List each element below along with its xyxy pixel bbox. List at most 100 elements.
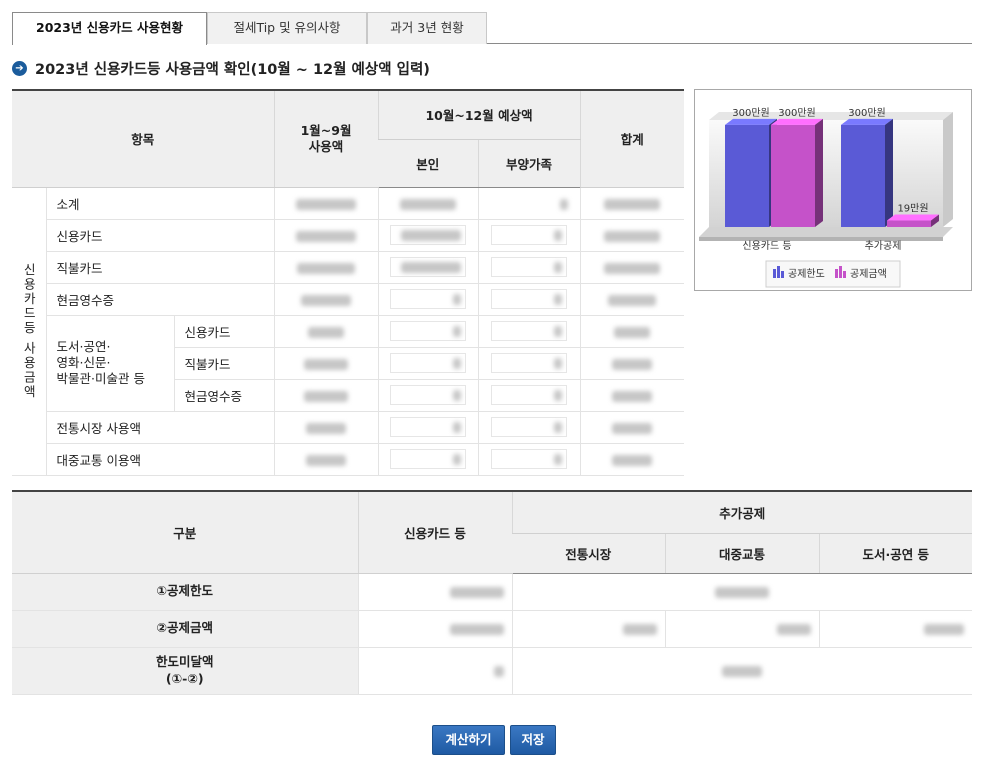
self-culture-cash-input[interactable] (390, 385, 467, 405)
header-credit-etc: 신용카드 등 (357, 491, 512, 574)
dependent-transit-input[interactable] (491, 449, 568, 469)
row-label-subtotal: 소계 (45, 187, 275, 220)
row-label-amount: ②공제금액 (12, 610, 358, 648)
dependent-culture-debit-input[interactable] (491, 353, 568, 373)
header-category: 구분 (12, 491, 358, 574)
header-item: 항목 (12, 90, 275, 188)
bar-data-label: 300만원 (778, 107, 816, 119)
header-transit: 대중교통 (664, 533, 819, 574)
dependent-cash-input[interactable] (491, 289, 568, 309)
blurred-value (449, 624, 504, 635)
bar-front (887, 220, 931, 227)
row-label-limit: ①공제한도 (12, 573, 358, 611)
header-oct-dec: 10월~12월 예상액 (377, 90, 581, 140)
blurred-value (604, 230, 661, 242)
header-self: 본인 (378, 139, 479, 188)
row-label-debit-card: 직불카드 (45, 251, 275, 284)
deduction-table: 구분 신용카드 등 추가공제 전통시장 대중교통 도서·공연 등 ①공제한도 ②… (12, 490, 973, 695)
blurred-value (604, 198, 661, 210)
bar-side (815, 118, 823, 227)
bar-top (725, 118, 777, 125)
chart-svg: 300만원 300만원 300만원 19만원 신용카드 등 추가공제 공제한도 공제금… (699, 107, 953, 288)
blurred-value (308, 326, 345, 338)
row-label-culture-cash: 현금영수증 (173, 379, 275, 412)
arrow-right-icon: ➔ (12, 60, 27, 76)
header-jan-sep: 1월~9월 사용액 (273, 90, 379, 188)
blurred-value (296, 198, 357, 210)
blurred-value (306, 454, 347, 466)
self-credit-input[interactable] (390, 225, 467, 245)
section-title-text: 2023년 신용카드등 사용금액 확인(10월 ~ 12월 예상액 입력) (35, 61, 430, 78)
calculate-button[interactable]: 계산하기 (432, 725, 505, 755)
blurred-value (559, 198, 568, 210)
header-dependent: 부양가족 (477, 139, 581, 188)
legend-label-amount: 공제금액 (850, 268, 887, 280)
group-label: 신용카드등 사용금액 (12, 187, 46, 476)
blurred-value (297, 262, 356, 274)
self-transit-input[interactable] (390, 449, 467, 469)
section-title: ➔ 2023년 신용카드등 사용금액 확인(10월 ~ 12월 예상액 입력) (12, 58, 430, 78)
chart-floor-edge (699, 237, 943, 241)
bar-top (887, 214, 939, 221)
category-label-credit: 신용카드 등 (742, 240, 791, 252)
dependent-credit-input[interactable] (491, 225, 568, 245)
blurred-value (612, 390, 653, 402)
blurred-value (304, 390, 349, 402)
bar-side (885, 118, 893, 227)
blurred-value (449, 587, 504, 598)
self-debit-input[interactable] (390, 257, 467, 277)
blurred-value (604, 262, 661, 274)
blurred-value (622, 624, 657, 635)
blurred-value (493, 666, 504, 677)
self-culture-debit-input[interactable] (390, 353, 467, 373)
category-label-additional: 추가공제 (865, 240, 902, 252)
self-culture-credit-input[interactable] (390, 321, 467, 341)
deduction-chart: 300만원 300만원 300만원 19만원 신용카드 등 추가공제 공제한도 공제금… (694, 89, 972, 291)
blurred-value (400, 198, 457, 210)
header-market: 전통시장 (512, 533, 665, 574)
blurred-value (715, 587, 770, 598)
tab-past-3-years[interactable]: 과거 3년 현황 (367, 12, 487, 44)
row-label-cash-receipt: 현금영수증 (45, 283, 275, 316)
self-market-input[interactable] (390, 417, 467, 437)
tab-2023-usage[interactable]: 2023년 신용카드 사용현황 (12, 12, 207, 45)
blurred-value (612, 358, 653, 370)
save-button[interactable]: 저장 (510, 725, 556, 755)
blurred-value (924, 624, 965, 635)
usage-table: 항목 1월~9월 사용액 10월~12월 예상액 합계 본인 부양가족 신용카드… (12, 89, 685, 476)
bar-top (841, 118, 893, 125)
chart-floor (699, 227, 953, 237)
legend-label-limit: 공제한도 (788, 268, 825, 280)
bar-data-label: 300만원 (848, 107, 886, 119)
row-label-culture: 도서·공연· 영화·신문· 박물관·미술관 등 (45, 315, 174, 412)
self-cash-input[interactable] (390, 289, 467, 309)
dependent-culture-cash-input[interactable] (491, 385, 568, 405)
blurred-value (612, 454, 653, 466)
bar-data-label: 19만원 (897, 203, 928, 215)
blurred-value (301, 294, 352, 306)
blurred-value (306, 422, 347, 434)
bar-front (841, 124, 885, 227)
blurred-value (614, 326, 651, 338)
row-label-credit-card: 신용카드 (45, 219, 275, 252)
blurred-value (776, 624, 811, 635)
dependent-market-input[interactable] (491, 417, 568, 437)
header-total: 합계 (579, 90, 685, 188)
bar-data-label: 300만원 (732, 107, 770, 119)
row-label-shortfall: 한도미달액 (①-②) (12, 647, 358, 695)
tab-tax-tips[interactable]: 절세Tip 및 유의사항 (207, 12, 367, 44)
header-culture: 도서·공연 등 (818, 533, 973, 574)
chart-wall-side (943, 112, 953, 227)
blurred-value (304, 358, 349, 370)
bar-front (725, 124, 769, 227)
bar-front (771, 124, 815, 227)
row-label-market: 전통시장 사용액 (45, 411, 275, 444)
blurred-value (722, 666, 763, 677)
row-label-culture-debit: 직불카드 (173, 347, 275, 380)
dependent-culture-credit-input[interactable] (491, 321, 568, 341)
row-label-culture-credit: 신용카드 (173, 315, 275, 348)
blurred-value (612, 422, 653, 434)
row-label-transit: 대중교통 이용액 (45, 443, 275, 476)
header-additional: 추가공제 (511, 491, 973, 534)
dependent-debit-input[interactable] (491, 257, 568, 277)
